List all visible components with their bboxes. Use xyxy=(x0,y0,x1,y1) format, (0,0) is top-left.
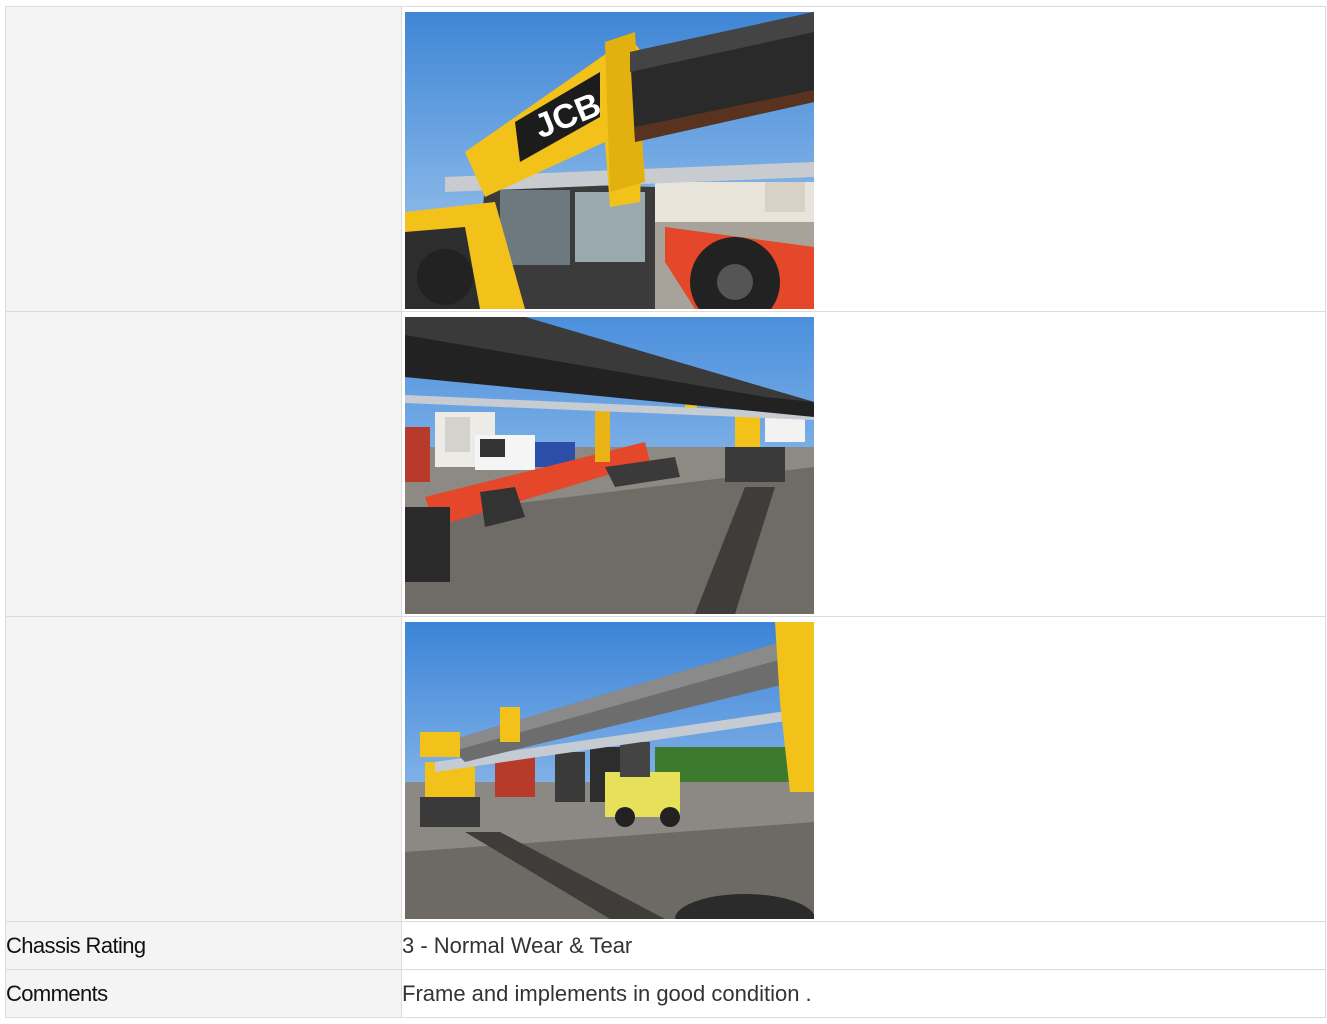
photo-row: JCB xyxy=(5,6,1326,312)
photo-cell xyxy=(401,311,1326,617)
photo-label-cell xyxy=(5,6,402,312)
chassis-rating-row: Chassis Rating 3 - Normal Wear & Tear xyxy=(5,921,1326,970)
comments-value: Frame and implements in good condition . xyxy=(401,969,1326,1018)
chassis-rating-label: Chassis Rating xyxy=(5,921,402,970)
photo-label-cell xyxy=(5,311,402,617)
chassis-rating-value: 3 - Normal Wear & Tear xyxy=(401,921,1326,970)
telehandler-boom-forklifts-photo[interactable] xyxy=(405,622,814,919)
photo-row xyxy=(5,616,1326,922)
photo-row xyxy=(5,311,1326,617)
comments-row: Comments Frame and implements in good co… xyxy=(5,969,1326,1018)
photo-cell: JCB xyxy=(401,6,1326,312)
photo-cell xyxy=(401,616,1326,922)
comments-label: Comments xyxy=(5,969,402,1018)
telehandler-boom-over-yard-photo[interactable] xyxy=(405,317,814,614)
photo-label-cell xyxy=(5,616,402,922)
inspection-table: JCB Chassis Rating 3 - Normal Wear & Tea… xyxy=(5,6,1326,1018)
telehandler-boom-jcb-cab-photo[interactable]: JCB xyxy=(405,12,814,309)
